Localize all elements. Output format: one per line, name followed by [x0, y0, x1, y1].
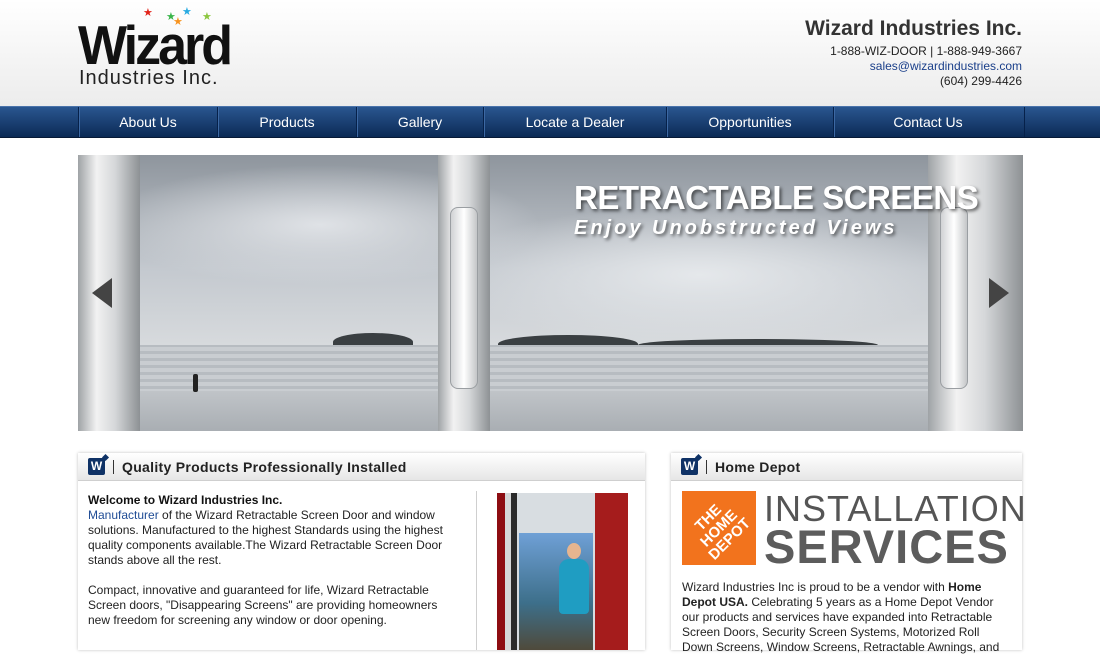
wizard-logo[interactable]: ★ ★ ★ ★ ★ Wizard Industries Inc. [78, 7, 238, 90]
local-phone: (604) 299-4426 [939, 74, 1022, 88]
phone-numbers: 1-888-WIZ-DOOR | 1-888-949-3667 [830, 44, 1022, 58]
photo-person-head [567, 543, 581, 559]
slide-beach [140, 391, 930, 431]
main-nav: About Us Products Gallery Locate a Deale… [0, 106, 1100, 138]
manufacturer-link[interactable]: Manufacturer [88, 508, 159, 522]
panel-quality-products: W Quality Products Professionally Instal… [78, 453, 645, 650]
header-divider [113, 459, 114, 474]
panel-title: Quality Products Professionally Installe… [122, 458, 407, 475]
home-depot-text: Wizard Industries Inc is proud to be a v… [682, 580, 1012, 655]
w-logo-icon: W [681, 458, 698, 475]
nav-contact-us[interactable]: Contact Us [834, 107, 1022, 137]
services-heading: SERVICES [764, 520, 1009, 573]
logo-subtitle: Industries Inc. [79, 67, 219, 89]
company-name: Wizard Industries Inc. [805, 17, 1022, 40]
nav-locate-dealer[interactable]: Locate a Dealer [484, 107, 667, 137]
slide-title: RETRACTABLE SCREENS [574, 179, 979, 216]
nav-about-us[interactable]: About Us [79, 107, 218, 137]
screen-handle [450, 207, 478, 389]
photo-person [559, 559, 589, 614]
panel-title: Home Depot [715, 458, 801, 475]
nav-opportunities[interactable]: Opportunities [667, 107, 834, 137]
logo-wordmark: Wizard [78, 15, 233, 77]
hd-text-a: Wizard Industries Inc is proud to be a v… [682, 580, 949, 594]
screen-handle [940, 207, 968, 389]
site-header: ★ ★ ★ ★ ★ Wizard Industries Inc. Wizard … [0, 0, 1100, 106]
panel-header: W Quality Products Professionally Instal… [78, 453, 645, 481]
panel-home-depot: W Home Depot THE HOME DEPOT INSTALLATION… [671, 453, 1026, 654]
hero-slider: RETRACTABLE SCREENS Enjoy Unobstructed V… [78, 155, 1023, 431]
guarantee-paragraph: Compact, innovative and guaranteed for l… [88, 583, 438, 627]
welcome-text: Welcome to Wizard Industries Inc. Manufa… [88, 493, 456, 628]
column-divider [476, 491, 477, 650]
w-logo-icon: W [88, 458, 105, 475]
arrow-left-icon[interactable] [92, 278, 112, 308]
email-link[interactable]: sales@wizardindustries.com [805, 59, 1022, 74]
panel-header: W Home Depot [671, 453, 1022, 481]
nav-gallery[interactable]: Gallery [357, 107, 484, 137]
arrow-right-icon[interactable] [989, 278, 1009, 308]
slide-person [193, 374, 198, 392]
nav-products[interactable]: Products [218, 107, 357, 137]
contact-block: Wizard Industries Inc. 1-888-WIZ-DOOR | … [805, 17, 1022, 89]
home-depot-logo-text: THE HOME DEPOT [691, 500, 754, 563]
welcome-heading: Welcome to Wizard Industries Inc. [88, 493, 283, 507]
header-divider [706, 459, 707, 474]
slide-subtitle: Enjoy Unobstructed Views [574, 217, 898, 239]
home-depot-logo[interactable]: THE HOME DEPOT [682, 491, 756, 565]
product-photo[interactable] [497, 493, 628, 650]
